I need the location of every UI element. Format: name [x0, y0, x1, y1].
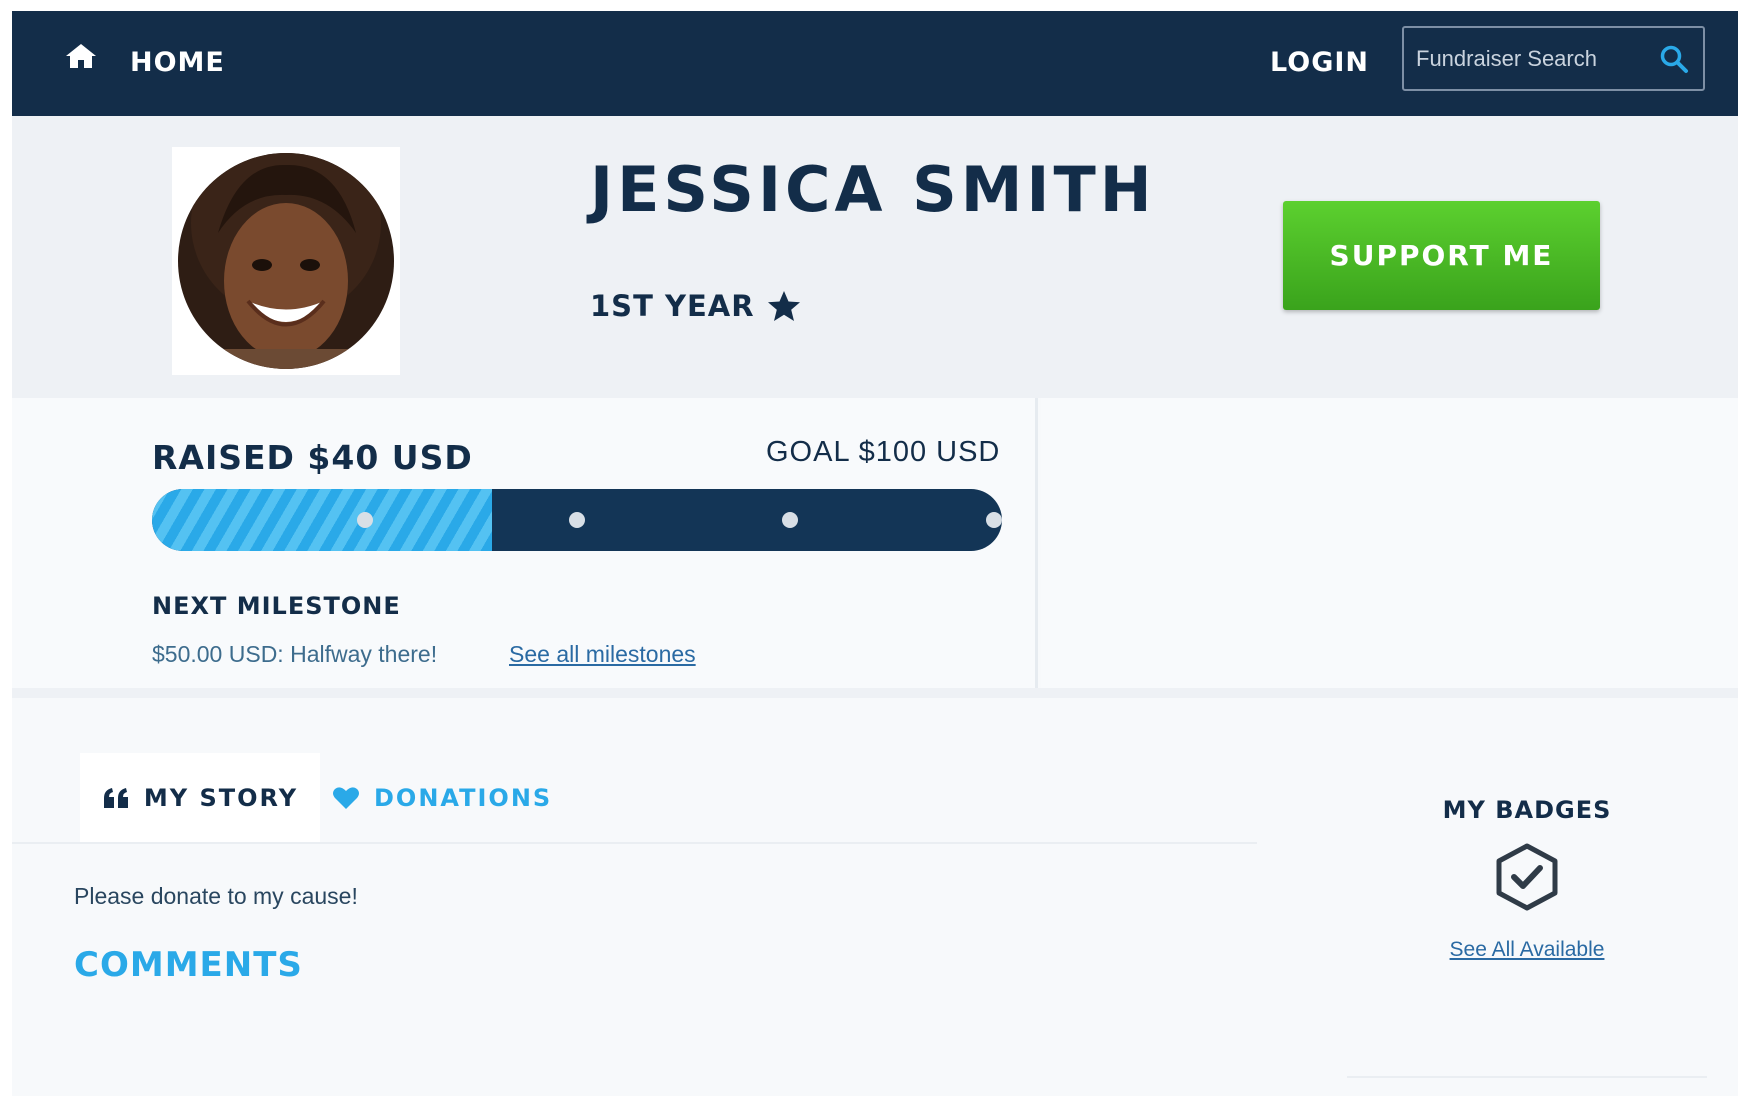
quote-icon: [103, 788, 128, 808]
search-icon[interactable]: [1659, 44, 1689, 74]
avatar: [178, 153, 394, 369]
story-section: MY STORY DONATIONS Please donate to my c…: [12, 698, 1738, 1096]
badges-title: MY BADGES: [1442, 796, 1612, 824]
next-milestone-heading: NEXT MILESTONE: [152, 592, 401, 620]
home-link[interactable]: HOME: [130, 47, 225, 78]
year-badge-row: 1ST YEAR: [590, 289, 801, 323]
see-all-milestones-link[interactable]: See all milestones: [509, 641, 696, 668]
star-icon: [767, 291, 800, 321]
milestone-marker: [782, 512, 798, 528]
comments-heading: COMMENTS: [74, 945, 303, 985]
badges-divider: [1347, 1076, 1707, 1078]
progress-bar: [152, 489, 1002, 551]
milestone-marker: [569, 512, 585, 528]
fundraiser-search-box: [1402, 26, 1705, 91]
home-icon[interactable]: [64, 41, 98, 71]
fundraiser-name: JESSICA SMITH: [590, 153, 1156, 226]
tab-underline: [12, 842, 1257, 844]
section-divider: [12, 688, 1738, 698]
goal-amount: GOAL $100 USD: [766, 436, 1001, 468]
next-milestone-text: $50.00 USD: Halfway there!: [152, 641, 438, 667]
hexagon-check-icon: [1496, 843, 1558, 911]
progress-side-panel: [1041, 398, 1738, 688]
badges-panel: MY BADGES See All Available: [1347, 738, 1707, 1080]
support-me-button[interactable]: SUPPORT ME: [1283, 201, 1600, 310]
fundraising-progress: RAISED $40 USD GOAL $100 USD NEXT MILEST…: [12, 398, 1038, 688]
tab-my-story-label: MY STORY: [143, 784, 299, 812]
year-label: 1ST YEAR: [590, 289, 755, 323]
milestone-marker: [986, 512, 1002, 528]
tab-donations-label: DONATIONS: [374, 784, 553, 812]
story-text: Please donate to my cause!: [74, 883, 358, 909]
login-link[interactable]: LOGIN: [1270, 47, 1369, 78]
fundraiser-page: HOME LOGIN Fundraiser Search JESSICA SMI…: [12, 11, 1738, 1096]
raised-amount: RAISED $40 USD: [152, 438, 473, 477]
tab-donations[interactable]: DONATIONS: [332, 753, 572, 843]
avatar-frame: [172, 147, 400, 375]
tab-my-story[interactable]: MY STORY: [80, 753, 320, 843]
see-all-badges-link[interactable]: See All Available: [1347, 938, 1707, 962]
fundraiser-search-input[interactable]: [1416, 40, 1646, 78]
progress-bar-fill: [152, 489, 492, 551]
profile-header: JESSICA SMITH 1ST YEAR SUPPORT ME: [12, 116, 1738, 398]
heart-icon: [333, 787, 359, 809]
milestone-marker: [357, 512, 373, 528]
top-nav-bar: HOME LOGIN: [12, 11, 1738, 116]
